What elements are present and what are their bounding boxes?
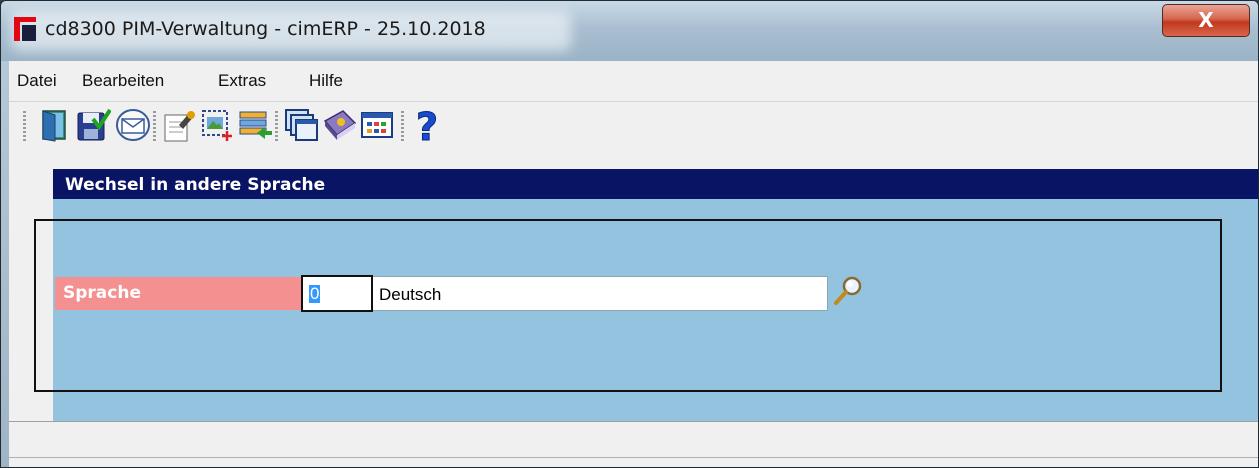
new-record-icon[interactable] [199, 107, 235, 143]
list-transfer-icon[interactable] [237, 107, 273, 143]
grid-table-icon[interactable] [359, 107, 395, 143]
menu-bar: Datei Bearbeiten Extras Hilfe [9, 61, 1258, 101]
windows-icon[interactable] [283, 107, 319, 143]
exit-door-icon[interactable] [37, 107, 73, 143]
window-title: cd8300 PIM-Verwaltung - cimERP - 25.10.2… [45, 18, 486, 40]
book-icon[interactable] [321, 107, 357, 143]
toolbar: ? [9, 101, 1258, 150]
close-button[interactable]: X [1162, 4, 1250, 37]
panel-header: Wechsel in andere Sprache [53, 169, 1258, 199]
menu-datei[interactable]: Datei [17, 71, 57, 91]
menu-bearbeiten[interactable]: Bearbeiten [82, 71, 164, 91]
help-question-icon[interactable]: ? [409, 107, 445, 143]
menu-extras[interactable]: Extras [218, 71, 266, 91]
toolbar-separator [275, 111, 278, 141]
sprache-label: Sprache [55, 277, 301, 310]
language-code-value: 0 [309, 284, 321, 303]
language-name-input[interactable]: Deutsch [373, 276, 828, 311]
title-bar[interactable]: cd8300 PIM-Verwaltung - cimERP - 25.10.2… [1, 1, 1258, 61]
toolbar-grip[interactable] [23, 111, 26, 141]
app-window: cd8300 PIM-Verwaltung - cimERP - 25.10.2… [0, 0, 1259, 468]
edit-document-icon[interactable] [161, 107, 197, 143]
language-code-input[interactable]: 0 [301, 275, 373, 312]
status-bar [9, 421, 1258, 467]
save-check-icon[interactable] [75, 107, 111, 143]
toolbar-separator [401, 111, 404, 141]
panel-title: Wechsel in andere Sprache [65, 175, 326, 195]
envelope-icon[interactable] [115, 107, 151, 143]
toolbar-separator [153, 111, 156, 141]
magnifier-icon[interactable] [831, 274, 865, 308]
menu-hilfe[interactable]: Hilfe [309, 71, 343, 91]
svg-text:?: ? [416, 107, 438, 143]
app-logo-icon [14, 17, 36, 41]
